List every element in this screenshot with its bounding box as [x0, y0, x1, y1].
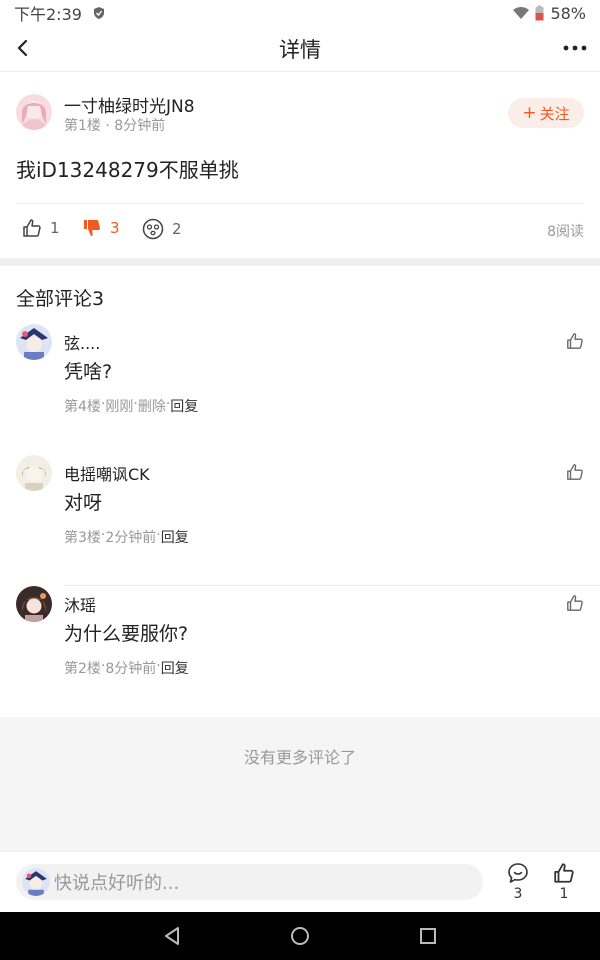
page-title: 详情	[279, 37, 321, 62]
status-right: 58%	[513, 4, 586, 23]
comment-text: 为什么要服你?	[64, 623, 189, 645]
read-count: 8阅读	[547, 224, 584, 240]
system-nav-bar	[0, 912, 600, 960]
thumbs-down-icon	[84, 220, 100, 236]
comment-input[interactable]: 快说点好听的...	[16, 864, 483, 900]
comment-floor: 第3楼	[64, 530, 101, 546]
comment-meta: 第2楼 · 8分钟前 · 回复	[64, 658, 189, 678]
comment-text: 凭啥?	[64, 361, 113, 383]
author-avatar[interactable]	[16, 94, 52, 130]
comment-like-icon[interactable]	[566, 594, 584, 612]
commenter-avatar[interactable]	[16, 455, 52, 491]
comment-time: 刚刚	[105, 399, 134, 415]
dislike-button[interactable]: 3	[82, 218, 120, 238]
comments-button[interactable]: 3	[498, 862, 538, 902]
thumbs-up-icon	[554, 863, 574, 883]
status-time: 下午2:39	[14, 5, 82, 24]
comment-bubble-icon	[508, 863, 528, 883]
commenter-name[interactable]: 电摇嘲讽CK	[64, 461, 150, 485]
post-like-button[interactable]: 1	[544, 862, 584, 902]
battery-icon	[535, 5, 544, 21]
back-arrow-icon[interactable]	[12, 36, 36, 60]
comment-time: 2分钟前	[105, 530, 157, 546]
comment-like-icon[interactable]	[566, 463, 584, 481]
like-button[interactable]: 1	[22, 218, 60, 238]
reply-link[interactable]: 回复	[170, 396, 198, 416]
delete-link[interactable]: 删除	[138, 396, 166, 416]
commenter-avatar[interactable]	[16, 324, 52, 360]
comment-input-bar: 快说点好听的... 3 1	[0, 851, 600, 912]
thumbs-up-icon	[23, 219, 41, 237]
more-options-icon[interactable]	[562, 38, 588, 58]
commenter-avatar[interactable]	[16, 586, 52, 622]
comments-title: 全部评论3	[16, 288, 105, 310]
my-avatar	[22, 868, 50, 896]
comment-meta: 第4楼 · 刚刚 · 删除 · 回复	[64, 396, 198, 416]
wifi-icon	[513, 7, 530, 19]
post-meta: 第1楼 · 8分钟前	[64, 115, 165, 135]
section-separator	[0, 258, 600, 266]
nav-back-icon[interactable]	[160, 924, 184, 948]
reply-link[interactable]: 回复	[161, 527, 189, 547]
follow-button[interactable]: + 关注	[508, 98, 584, 128]
follow-label: 关注	[539, 104, 570, 123]
no-more-comments-text: 没有更多评论了	[243, 748, 356, 767]
app-header: 详情	[0, 26, 600, 72]
comment-count: 3	[513, 886, 523, 902]
meta-separator: ·	[100, 118, 115, 134]
post-content: 我iD13248279不服单挑	[16, 158, 239, 182]
status-bar: 下午2:39 58%	[0, 0, 600, 26]
end-of-list: 没有更多评论了	[0, 717, 600, 851]
like-count: 1	[50, 219, 60, 237]
reply-link[interactable]: 回复	[161, 658, 189, 678]
plus-icon: +	[522, 103, 537, 123]
nav-home-icon[interactable]	[288, 924, 312, 948]
comment-item: 弦.... 凭啥? 第4楼 · 刚刚 · 删除 · 回复	[0, 324, 600, 455]
emoji-reaction-button[interactable]: 2	[142, 218, 182, 240]
comment-time: 8分钟前	[105, 661, 157, 677]
input-placeholder: 快说点好听的...	[54, 873, 180, 894]
comment-like-icon[interactable]	[566, 332, 584, 350]
post-actions: 1 3 2 8阅读	[0, 204, 600, 258]
dislike-count: 3	[110, 219, 120, 237]
author-name[interactable]: 一寸柚绿时光JN8	[64, 92, 195, 117]
post-time: 8分钟前	[114, 118, 166, 134]
emoji-count: 2	[172, 220, 182, 238]
emoji-face-icon	[142, 218, 164, 240]
battery-level: 58%	[550, 3, 586, 23]
post-floor: 第1楼	[64, 118, 101, 134]
commenter-name[interactable]: 弦....	[64, 330, 100, 354]
comment-meta: 第3楼 · 2分钟前 · 回复	[64, 527, 189, 547]
comment-floor: 第4楼	[64, 399, 101, 415]
commenter-name[interactable]: 沐瑶	[64, 592, 96, 616]
comment-floor: 第2楼	[64, 661, 101, 677]
comment-item: 电摇嘲讽CK 对呀 第3楼 · 2分钟前 · 回复	[0, 455, 600, 586]
post-like-count: 1	[559, 886, 569, 902]
shield-icon	[93, 7, 104, 19]
nav-recents-icon[interactable]	[416, 924, 440, 948]
comment-item: 沐瑶 为什么要服你? 第2楼 · 8分钟前 · 回复	[0, 586, 600, 717]
comment-text: 对呀	[64, 492, 103, 514]
